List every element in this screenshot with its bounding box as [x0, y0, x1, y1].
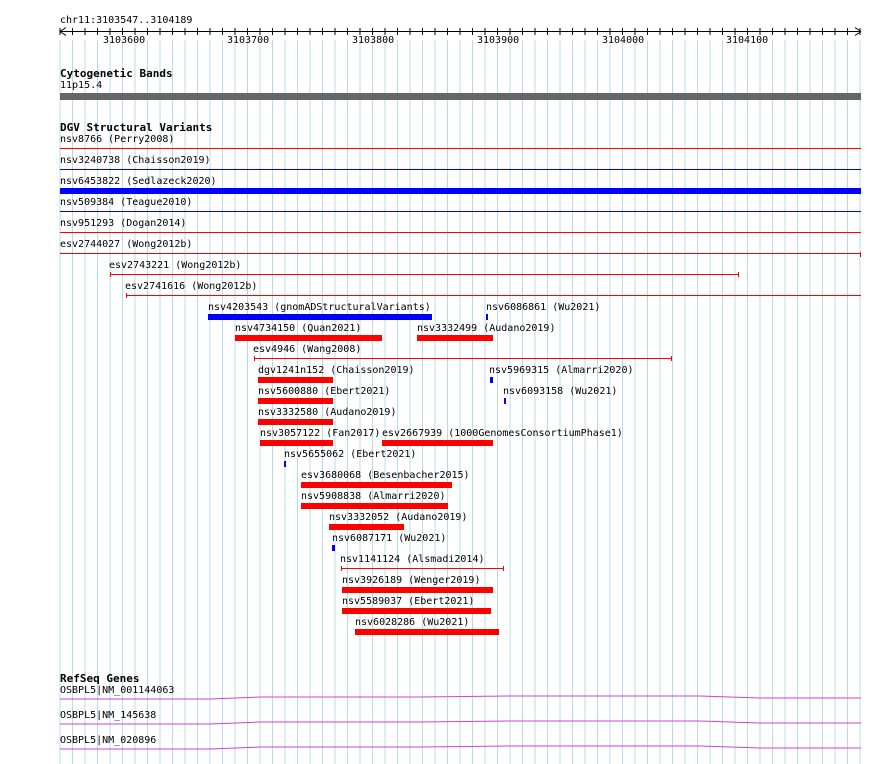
refseq-lines: [60, 695, 861, 750]
gene-line: [60, 720, 861, 725]
gene-line: [60, 745, 861, 750]
gene-line: [60, 695, 861, 700]
gene-label[interactable]: OSBPL5|NM_001144063: [60, 685, 174, 697]
gene-label[interactable]: OSBPL5|NM_020896: [60, 735, 156, 747]
gene-label[interactable]: OSBPL5|NM_145638: [60, 710, 156, 722]
